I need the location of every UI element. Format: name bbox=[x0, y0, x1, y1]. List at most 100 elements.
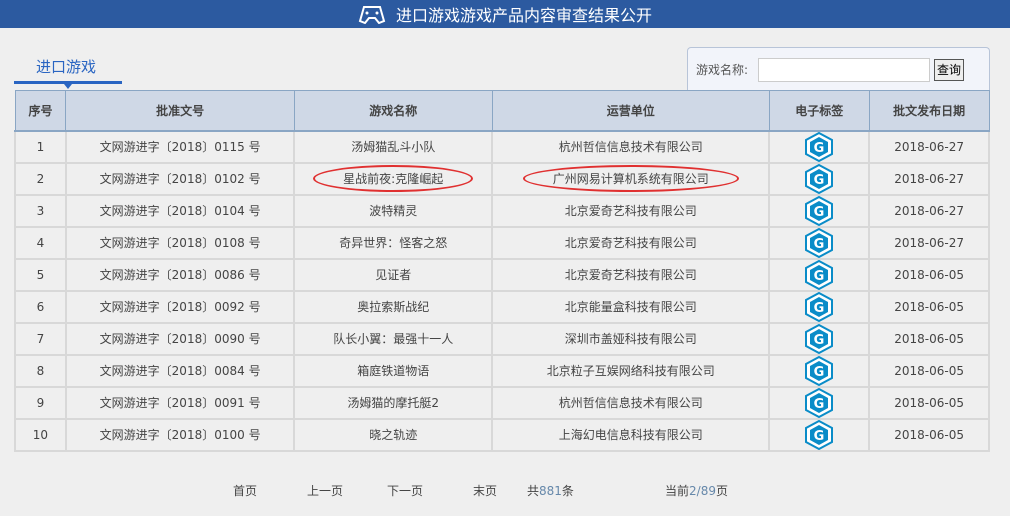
e-label-badge-icon: G bbox=[805, 323, 834, 354]
table-row: 8 文网游进字〔2018〕0084 号 箱庭铁道物语 北京粒子互娱网络科技有限公… bbox=[14, 353, 990, 388]
game-name-text: 星战前夜:克隆崛起 bbox=[313, 165, 474, 192]
operator-text: 北京爱奇艺科技有限公司 bbox=[564, 204, 697, 218]
last-page-link[interactable]: 末页 bbox=[473, 482, 497, 499]
total-value: 881 bbox=[539, 484, 562, 498]
publish-date: 2018-06-27 bbox=[868, 161, 990, 196]
column-header: 序号 bbox=[14, 90, 67, 132]
search-label: 游戏名称: bbox=[696, 63, 749, 77]
operator-text: 杭州哲信信息技术有限公司 bbox=[558, 396, 703, 410]
game-name-text: 奥拉索斯战纪 bbox=[357, 300, 430, 314]
game-name: 奇异世界：怪客之怒 bbox=[293, 225, 494, 260]
current-suffix: 页 bbox=[715, 484, 728, 498]
e-label[interactable]: G bbox=[768, 417, 871, 452]
tab-imported-games[interactable]: 进口游戏 bbox=[14, 52, 122, 89]
publish-date: 2018-06-05 bbox=[868, 321, 990, 356]
operator-text: 北京爱奇艺科技有限公司 bbox=[564, 268, 697, 282]
svg-text:G: G bbox=[814, 429, 825, 444]
column-header: 批准文号 bbox=[65, 90, 295, 132]
svg-text:G: G bbox=[814, 205, 825, 220]
publish-date: 2018-06-05 bbox=[868, 289, 990, 324]
svg-text:G: G bbox=[814, 397, 825, 412]
operator-text: 北京能量盒科技有限公司 bbox=[564, 300, 697, 314]
first-page-link[interactable]: 首页 bbox=[233, 482, 257, 499]
game-name-text: 汤姆猫乱斗小队 bbox=[351, 140, 436, 154]
publish-date: 2018-06-05 bbox=[868, 257, 990, 292]
publish-date: 2018-06-05 bbox=[868, 417, 990, 452]
game-name-text: 队长小翼：最强十一人 bbox=[333, 332, 454, 346]
operator: 深圳市盖娅科技有限公司 bbox=[491, 321, 771, 356]
prev-page-link[interactable]: 上一页 bbox=[307, 482, 343, 499]
search-button[interactable]: 查询 bbox=[934, 58, 965, 81]
operator-text: 杭州哲信信息技术有限公司 bbox=[558, 140, 703, 154]
e-label[interactable]: G bbox=[768, 321, 871, 356]
page-title: 进口游戏游戏产品内容审查结果公开 bbox=[395, 6, 652, 25]
row-number: 9 bbox=[14, 385, 67, 420]
row-number: 6 bbox=[14, 289, 67, 324]
game-name: 汤姆猫的摩托艇2 bbox=[293, 385, 494, 420]
total-suffix: 条 bbox=[561, 484, 574, 498]
e-label[interactable]: G bbox=[768, 161, 871, 196]
publish-date: 2018-06-27 bbox=[868, 225, 990, 260]
operator: 北京能量盒科技有限公司 bbox=[491, 289, 771, 324]
table-row: 7 文网游进字〔2018〕0090 号 队长小翼：最强十一人 深圳市盖娅科技有限… bbox=[14, 321, 990, 356]
publish-date: 2018-06-05 bbox=[868, 353, 990, 388]
row-number: 8 bbox=[14, 353, 67, 388]
game-name: 箱庭铁道物语 bbox=[293, 353, 494, 388]
game-name: 见证者 bbox=[293, 257, 494, 292]
table-row: 6 文网游进字〔2018〕0092 号 奥拉索斯战纪 北京能量盒科技有限公司 G… bbox=[14, 289, 990, 324]
operator-text: 广州网易计算机系统有限公司 bbox=[522, 165, 739, 192]
e-label[interactable]: G bbox=[768, 193, 871, 228]
approval-number: 文网游进字〔2018〕0115 号 bbox=[64, 129, 296, 164]
total-count: 共881条 bbox=[527, 482, 574, 499]
row-number: 10 bbox=[14, 417, 67, 452]
tab-label: 进口游戏 bbox=[36, 58, 97, 76]
approval-number: 文网游进字〔2018〕0091 号 bbox=[64, 385, 296, 420]
column-header: 运营单位 bbox=[491, 90, 770, 132]
row-number: 5 bbox=[14, 257, 67, 292]
e-label[interactable]: G bbox=[768, 385, 871, 420]
approval-number: 文网游进字〔2018〕0104 号 bbox=[64, 193, 296, 228]
approval-number: 文网游进字〔2018〕0100 号 bbox=[64, 417, 296, 452]
svg-text:G: G bbox=[814, 237, 825, 252]
operator: 上海幻电信息科技有限公司 bbox=[491, 417, 771, 452]
table-row: 3 文网游进字〔2018〕0104 号 波特精灵 北京爱奇艺科技有限公司 G 2… bbox=[14, 193, 990, 228]
e-label-badge-icon: G bbox=[805, 259, 834, 290]
operator: 北京爱奇艺科技有限公司 bbox=[491, 257, 771, 292]
row-number: 1 bbox=[14, 129, 67, 164]
svg-text:G: G bbox=[814, 173, 825, 188]
e-label-badge-icon: G bbox=[805, 419, 834, 450]
e-label[interactable]: G bbox=[768, 353, 871, 388]
approval-number: 文网游进字〔2018〕0086 号 bbox=[64, 257, 296, 292]
e-label[interactable]: G bbox=[768, 225, 871, 260]
row-number: 2 bbox=[14, 161, 67, 196]
e-label[interactable]: G bbox=[768, 289, 871, 324]
column-header: 游戏名称 bbox=[293, 90, 493, 132]
operator: 北京粒子互娱网络科技有限公司 bbox=[491, 353, 771, 388]
publish-date: 2018-06-27 bbox=[868, 129, 990, 164]
row-number: 3 bbox=[14, 193, 67, 228]
approval-number: 文网游进字〔2018〕0090 号 bbox=[64, 321, 296, 356]
e-label-badge-icon: G bbox=[805, 131, 834, 162]
table-row: 2 文网游进字〔2018〕0102 号 星战前夜:克隆崛起 广州网易计算机系统有… bbox=[14, 161, 990, 196]
gamepad-icon bbox=[358, 6, 386, 24]
e-label[interactable]: G bbox=[768, 257, 871, 292]
game-name-input[interactable] bbox=[758, 57, 931, 82]
e-label-badge-icon: G bbox=[805, 195, 834, 226]
next-page-link[interactable]: 下一页 bbox=[387, 482, 423, 499]
table-row: 5 文网游进字〔2018〕0086 号 见证者 北京爱奇艺科技有限公司 G 20… bbox=[14, 257, 990, 292]
game-name-text: 箱庭铁道物语 bbox=[357, 364, 430, 378]
e-label[interactable]: G bbox=[768, 129, 871, 164]
current-page: 当前2/89页 bbox=[665, 482, 728, 499]
approval-number: 文网游进字〔2018〕0084 号 bbox=[64, 353, 296, 388]
row-number: 4 bbox=[14, 225, 67, 260]
operator: 杭州哲信信息技术有限公司 bbox=[491, 129, 771, 164]
e-label-badge-icon: G bbox=[805, 291, 834, 322]
e-label-badge-icon: G bbox=[805, 355, 834, 386]
column-header: 批文发布日期 bbox=[868, 90, 990, 132]
approval-number: 文网游进字〔2018〕0102 号 bbox=[64, 161, 296, 196]
results-table: 序号 批准文号 游戏名称 运营单位 电子标签 批文发布日期 1 文网游进字〔2018〕01… bbox=[14, 90, 990, 452]
game-name-text: 波特精灵 bbox=[369, 204, 418, 218]
svg-text:G: G bbox=[814, 269, 825, 284]
game-name-text: 奇异世界：怪客之怒 bbox=[339, 236, 448, 250]
game-name-text: 见证者 bbox=[375, 268, 412, 282]
